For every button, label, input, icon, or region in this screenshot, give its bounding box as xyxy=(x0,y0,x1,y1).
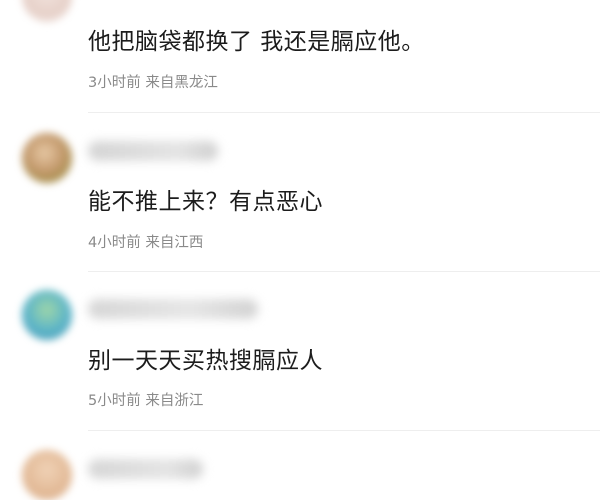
username-blurred[interactable] xyxy=(88,141,218,161)
comment-meta: 3小时前 来自黑龙江 xyxy=(88,71,218,92)
avatar[interactable] xyxy=(22,0,72,22)
avatar[interactable] xyxy=(22,290,72,340)
comment-meta: 5小时前 来自浙江 xyxy=(88,389,203,410)
comment-text: 能不推上来？有点恶心 xyxy=(88,189,323,215)
comment-time: 4小时前 xyxy=(88,235,141,251)
comment-time: 3小时前 xyxy=(88,75,141,91)
comment-location: 来自浙江 xyxy=(145,393,204,409)
comment-location: 来自黑龙江 xyxy=(145,75,218,91)
comment-meta: 4小时前 来自江西 xyxy=(88,231,203,252)
username-blurred[interactable] xyxy=(88,459,203,479)
username-blurred[interactable] xyxy=(88,299,258,319)
divider xyxy=(88,430,600,431)
comment-text: 别一天天买热搜膈应人 xyxy=(88,348,323,374)
comment-text: 他把脑袋都换了 我还是膈应他。 xyxy=(88,29,425,55)
divider xyxy=(88,271,600,272)
comment-location: 来自江西 xyxy=(145,235,204,251)
avatar[interactable] xyxy=(22,133,72,183)
comment-time: 5小时前 xyxy=(88,393,141,409)
divider xyxy=(88,112,600,113)
avatar[interactable] xyxy=(22,450,72,500)
